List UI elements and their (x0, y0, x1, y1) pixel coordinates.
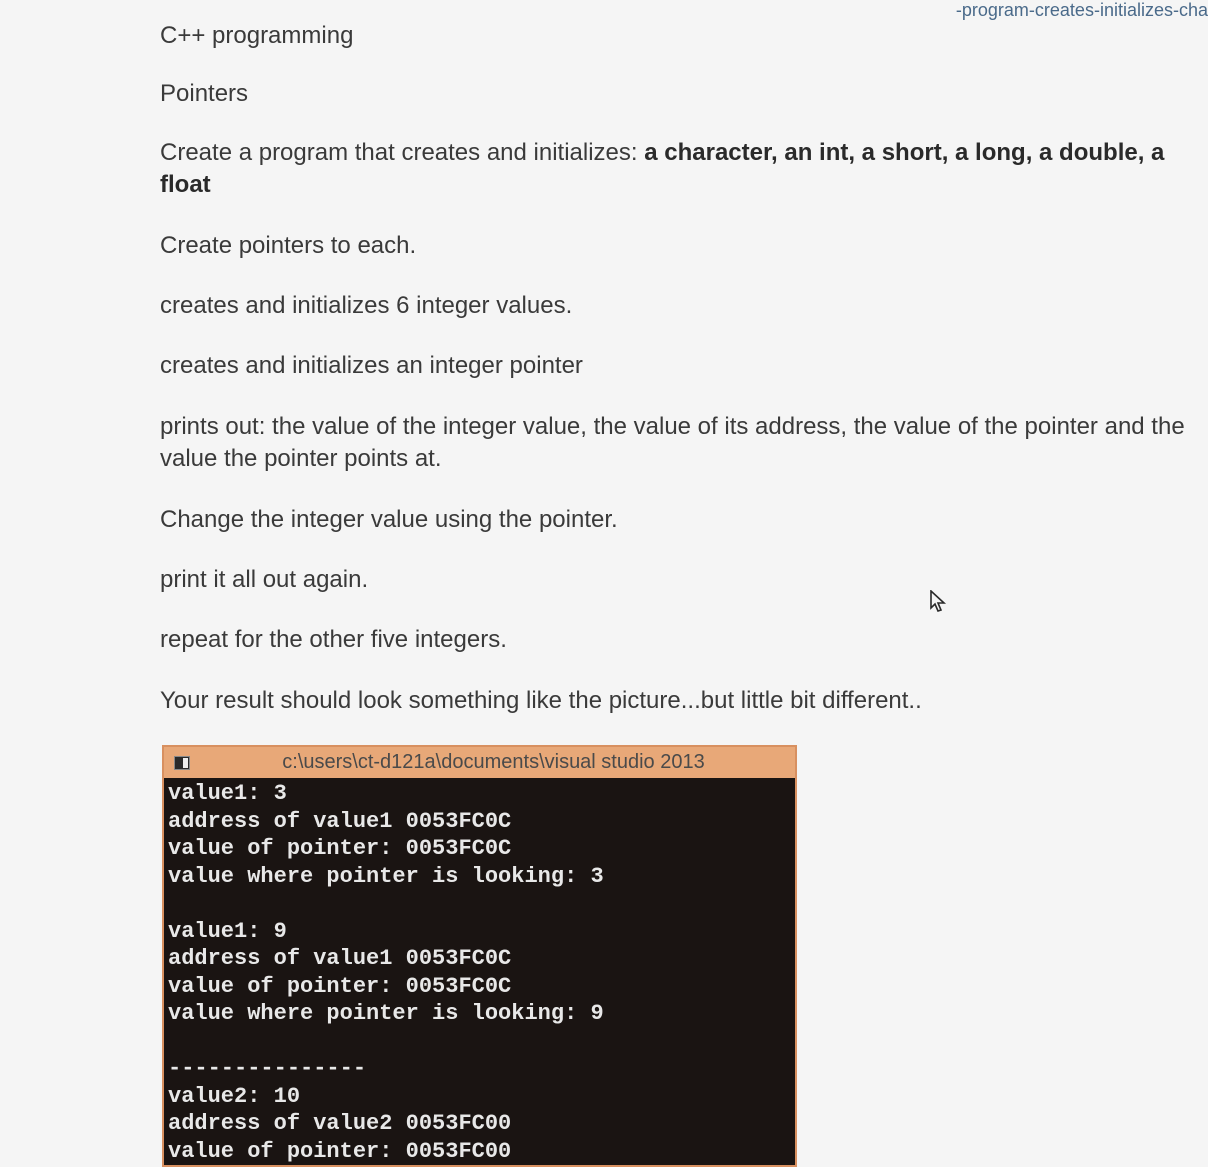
line-pointers: Pointers (160, 78, 1188, 110)
console-output: value1: 3 address of value1 0053FC0C val… (164, 778, 795, 1165)
line-print-again: print it all out again. (160, 564, 1188, 596)
line-six-ints: creates and initializes 6 integer values… (160, 290, 1188, 322)
line-create-pointers: Create pointers to each. (160, 230, 1188, 262)
console-titlebar: c:\users\ct-d121a\documents\visual studi… (164, 747, 795, 778)
question-content: C++ programming Pointers Create a progra… (0, 0, 1208, 1167)
line-cpp: C++ programming (160, 20, 1188, 52)
line-create-types: Create a program that creates and initia… (160, 137, 1188, 202)
mouse-cursor-icon (930, 590, 948, 620)
line-result: Your result should look something like t… (160, 685, 1188, 717)
line-prints-out: prints out: the value of the integer val… (160, 411, 1188, 476)
cmd-icon (174, 756, 190, 770)
console-title: c:\users\ct-d121a\documents\visual studi… (202, 751, 785, 774)
console-window: c:\users\ct-d121a\documents\visual studi… (162, 745, 797, 1167)
line-int-pointer: creates and initializes an integer point… (160, 350, 1188, 382)
line3-pre: Create a program that creates and initia… (160, 139, 644, 166)
line-change-value: Change the integer value using the point… (160, 504, 1188, 536)
line-repeat: repeat for the other five integers. (160, 624, 1188, 656)
url-fragment: -program-creates-initializes-cha (956, 0, 1208, 21)
